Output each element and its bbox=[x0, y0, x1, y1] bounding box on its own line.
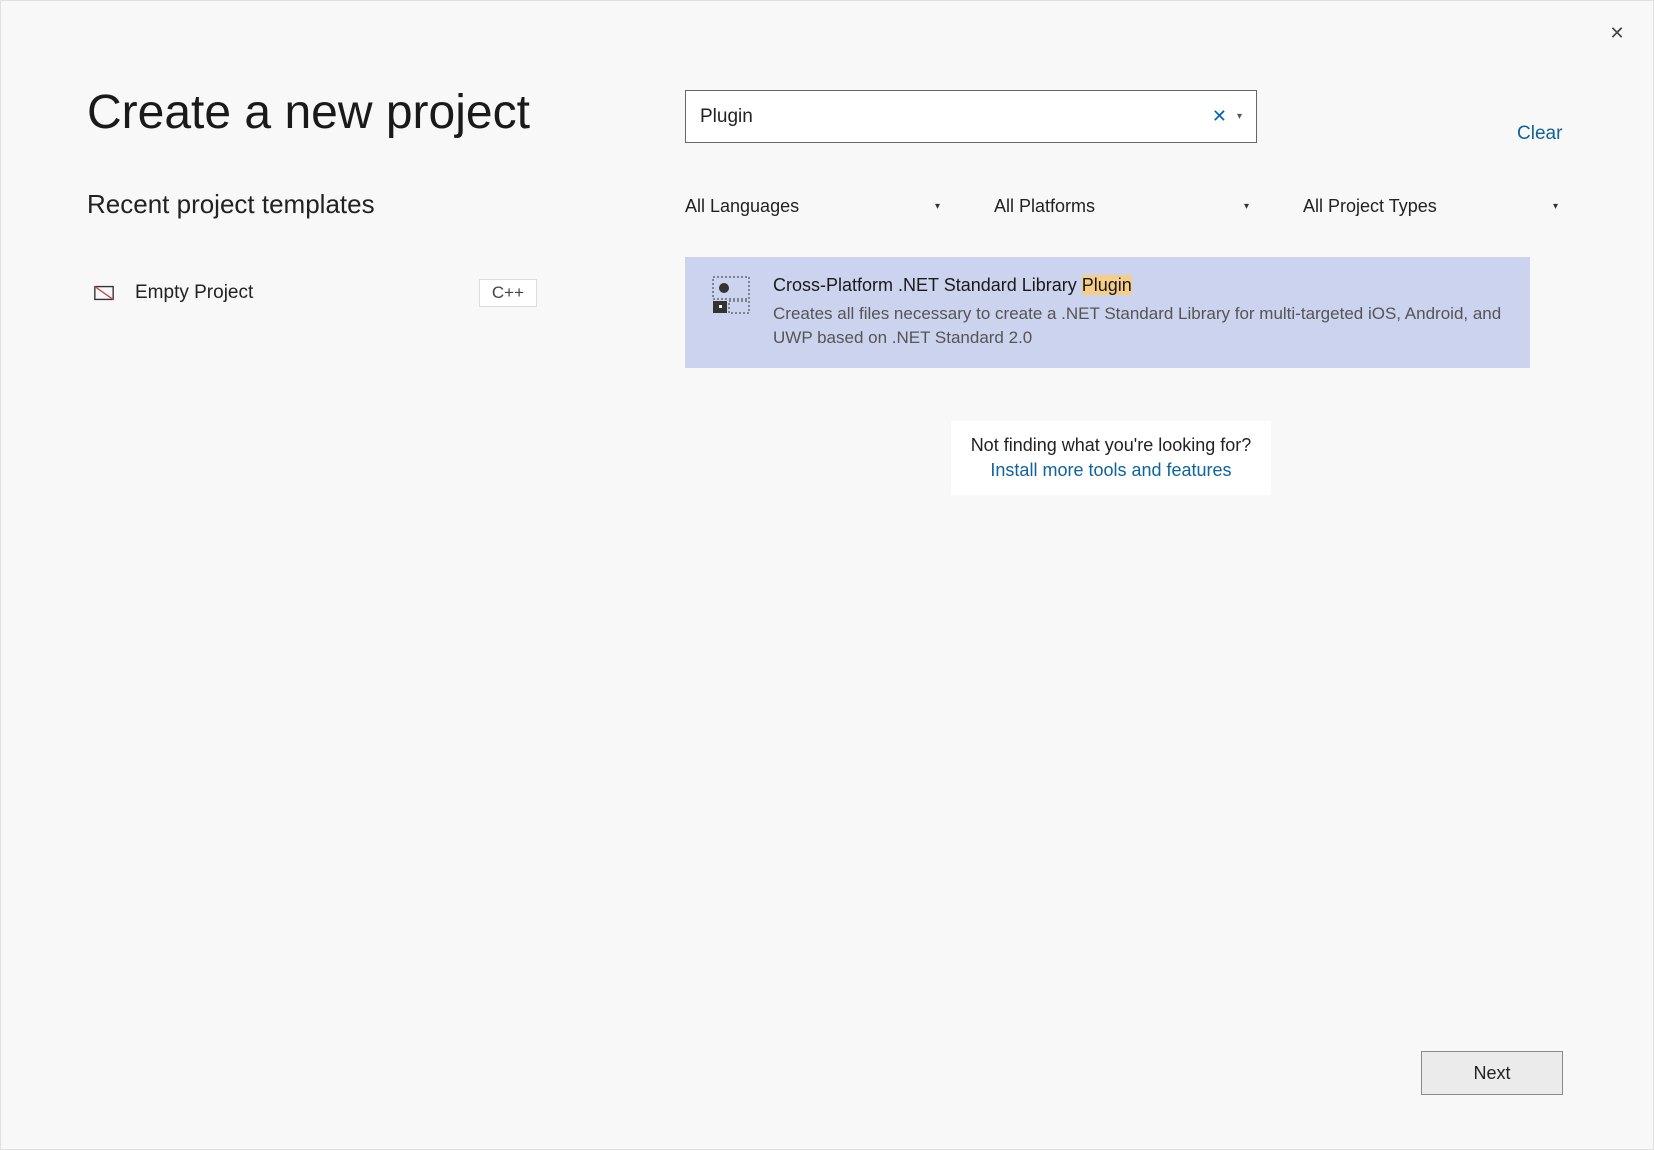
chevron-down-icon: ▾ bbox=[1553, 201, 1558, 212]
search-clear-icon[interactable]: ✕ bbox=[1212, 106, 1227, 127]
clear-link[interactable]: Clear bbox=[1517, 123, 1562, 145]
chevron-down-icon: ▾ bbox=[1244, 201, 1249, 212]
close-button[interactable]: ✕ bbox=[1603, 19, 1631, 47]
search-input[interactable] bbox=[700, 106, 1212, 128]
template-body: Cross-Platform .NET Standard Library Plu… bbox=[773, 275, 1504, 350]
filter-project-type[interactable]: All Project Types ▾ bbox=[1303, 190, 1558, 223]
template-title-prefix: Cross-Platform .NET Standard Library bbox=[773, 275, 1082, 295]
template-title-highlight: Plugin bbox=[1082, 275, 1132, 295]
chevron-down-icon: ▾ bbox=[935, 201, 940, 212]
page-title: Create a new project bbox=[87, 85, 530, 140]
templates-list: Cross-Platform .NET Standard Library Plu… bbox=[685, 257, 1530, 368]
plugin-library-icon bbox=[711, 275, 751, 315]
recent-template-language: C++ bbox=[479, 279, 537, 307]
filters-row: All Languages ▾ All Platforms ▾ All Proj… bbox=[685, 190, 1563, 223]
not-finding-panel: Not finding what you're looking for? Ins… bbox=[951, 421, 1271, 495]
filter-language-label: All Languages bbox=[685, 196, 799, 217]
recent-templates-title: Recent project templates bbox=[87, 189, 375, 220]
next-button-label: Next bbox=[1473, 1063, 1510, 1084]
filter-platform[interactable]: All Platforms ▾ bbox=[994, 190, 1249, 223]
template-title: Cross-Platform .NET Standard Library Plu… bbox=[773, 275, 1504, 296]
template-description: Creates all files necessary to create a … bbox=[773, 302, 1504, 350]
recent-template-name: Empty Project bbox=[135, 282, 479, 304]
template-item[interactable]: Cross-Platform .NET Standard Library Plu… bbox=[685, 257, 1530, 368]
filter-language[interactable]: All Languages ▾ bbox=[685, 190, 940, 223]
search-dropdown-icon[interactable]: ▾ bbox=[1237, 111, 1242, 122]
filter-platform-label: All Platforms bbox=[994, 196, 1095, 217]
install-features-link[interactable]: Install more tools and features bbox=[990, 460, 1231, 480]
empty-project-icon bbox=[93, 282, 115, 304]
not-finding-text: Not finding what you're looking for? bbox=[961, 435, 1261, 456]
search-box[interactable]: ✕ ▾ bbox=[685, 90, 1257, 143]
next-button[interactable]: Next bbox=[1421, 1051, 1563, 1095]
recent-templates-list: Empty Project C++ bbox=[93, 271, 523, 315]
close-icon: ✕ bbox=[1609, 23, 1624, 44]
filter-type-label: All Project Types bbox=[1303, 196, 1437, 217]
recent-template-item[interactable]: Empty Project C++ bbox=[93, 271, 523, 315]
